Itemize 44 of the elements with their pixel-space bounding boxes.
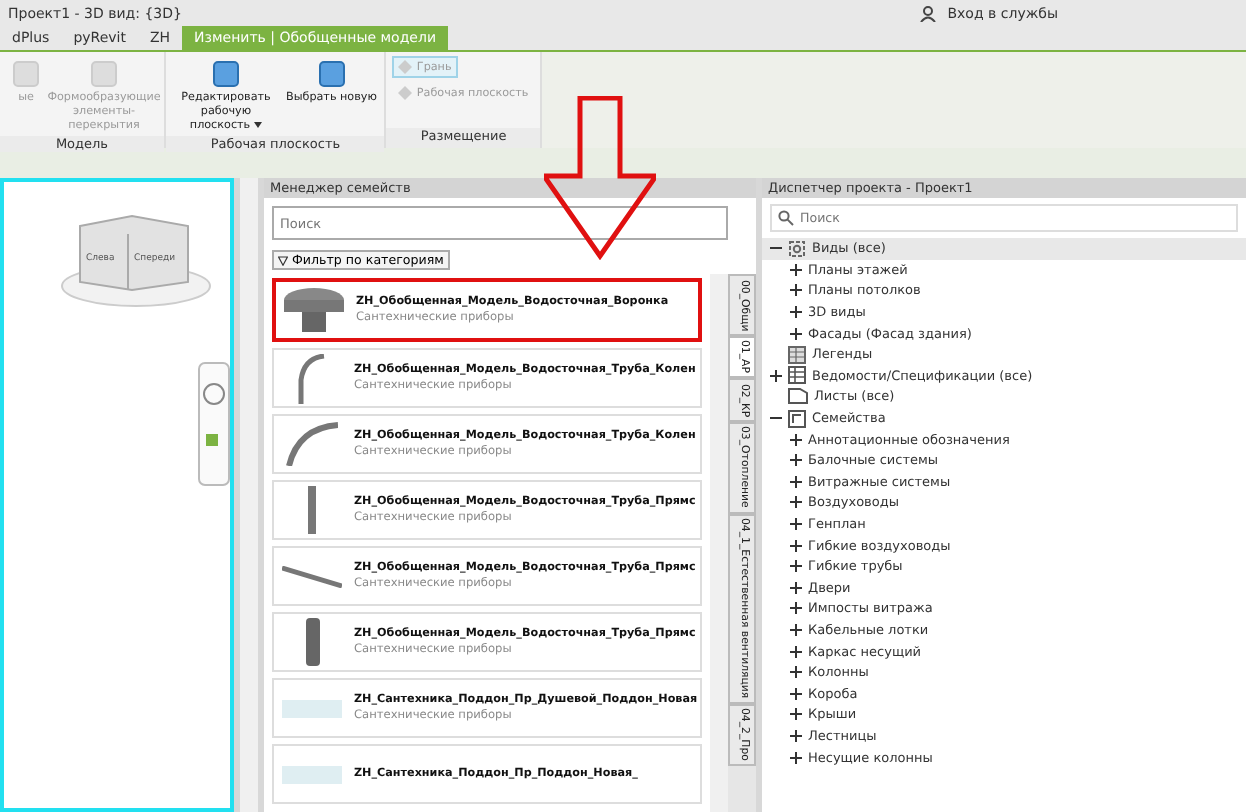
pipe-bend-icon	[286, 422, 338, 466]
expand-icon[interactable]	[789, 327, 801, 340]
search-icon	[778, 210, 794, 226]
navigation-bar-drawing[interactable]	[198, 362, 230, 486]
expand-icon[interactable]	[789, 687, 801, 700]
expand-icon[interactable]	[789, 518, 801, 531]
funnel-icon	[284, 288, 344, 332]
expand-icon[interactable]	[789, 496, 801, 509]
expand-icon[interactable]	[789, 751, 801, 764]
views-icon	[788, 239, 806, 258]
pipe-icon	[282, 565, 342, 587]
expand-icon[interactable]	[789, 454, 801, 467]
expand-icon[interactable]	[789, 729, 801, 742]
tray-icon	[282, 699, 342, 717]
user-icon	[919, 5, 936, 21]
sheet-icon	[788, 388, 808, 405]
tool-icon	[313, 56, 350, 92]
expand-icon[interactable]	[789, 475, 801, 488]
expand-icon[interactable]	[789, 306, 801, 319]
expand-icon[interactable]	[789, 539, 801, 552]
expand-icon[interactable]	[789, 560, 801, 573]
expand-icon[interactable]	[789, 284, 801, 297]
expand-icon[interactable]	[789, 645, 801, 658]
tool-icon	[208, 56, 244, 92]
table-icon	[788, 366, 806, 385]
scrollbar[interactable]	[710, 274, 728, 812]
scrollbar[interactable]	[240, 178, 258, 812]
family-icon	[788, 409, 806, 428]
expand-icon[interactable]	[789, 708, 801, 721]
expand-icon[interactable]	[789, 581, 801, 594]
pipe-bend-icon	[298, 353, 326, 403]
legend-icon	[788, 345, 806, 364]
filter-icon	[278, 255, 288, 265]
expand-icon[interactable]	[789, 433, 801, 446]
tray-icon	[282, 765, 342, 783]
expand-icon[interactable]	[789, 623, 801, 636]
expand-icon[interactable]	[789, 263, 801, 276]
collapse-icon[interactable]	[769, 242, 781, 255]
expand-icon[interactable]	[789, 602, 801, 615]
collapse-icon[interactable]	[769, 412, 781, 425]
expand-icon[interactable]	[789, 666, 801, 679]
pipe-icon	[305, 618, 319, 666]
expand-icon[interactable]	[769, 369, 781, 382]
pipe-icon	[308, 486, 316, 534]
